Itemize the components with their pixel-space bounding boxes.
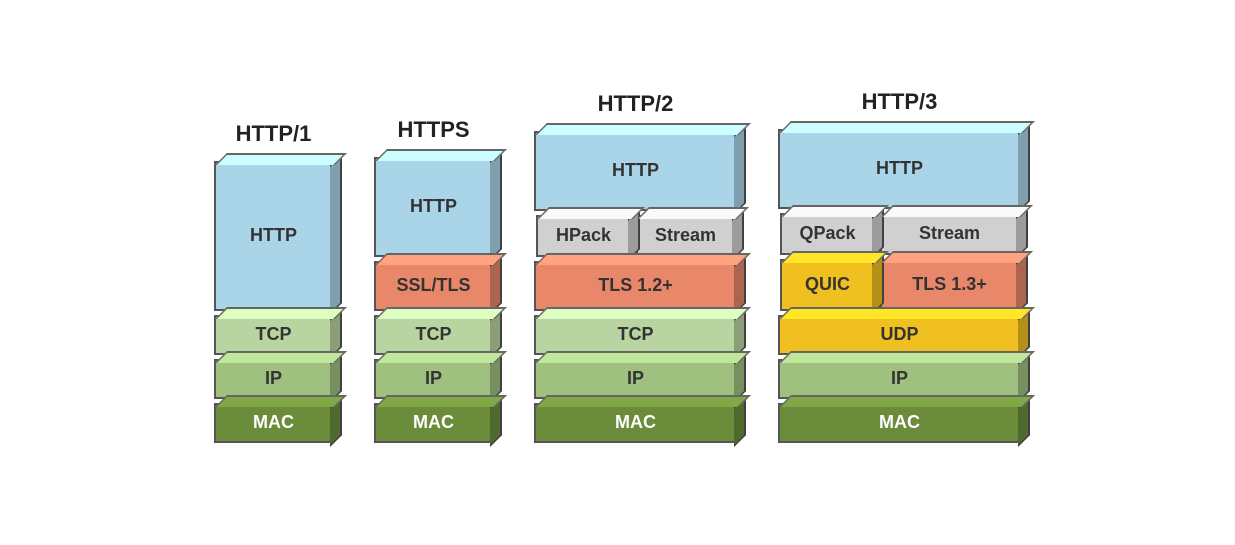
http2-ip-layer: IP xyxy=(534,359,738,399)
stack-https: HTTPS HTTP SSL/TLS TCP IP MAC xyxy=(374,117,494,447)
https-mac-layer: MAC xyxy=(374,403,494,443)
https-http-layer: HTTP xyxy=(374,157,494,257)
http1-mac-layer: MAC xyxy=(214,403,334,443)
http1-http-layer: HTTP xyxy=(214,161,334,311)
stack-http3-title: HTTP/3 xyxy=(862,89,938,115)
http2-http-layer: HTTP xyxy=(534,131,738,211)
http3-quic-layer: QUIC xyxy=(780,259,876,311)
stack-http2-title: HTTP/2 xyxy=(598,91,674,117)
http2-hpack-stream-row: HPack Stream xyxy=(536,215,736,257)
stack-http2: HTTP/2 HTTP HPack Stream TLS 1.2+ TCP IP… xyxy=(534,91,738,447)
http1-tcp-layer: TCP xyxy=(214,315,334,355)
http3-quic-tls-row: QUIC TLS 1.3+ xyxy=(780,259,1020,311)
http2-stream-layer: Stream xyxy=(636,215,736,257)
https-ip-layer: IP xyxy=(374,359,494,399)
stack-http1: HTTP/1 HTTP TCP IP MAC xyxy=(214,121,334,447)
stack-http3: HTTP/3 HTTP QPack Stream QUIC TLS 1.3+ U… xyxy=(778,89,1022,447)
http1-ip-layer: IP xyxy=(214,359,334,399)
stack-http1-title: HTTP/1 xyxy=(236,121,312,147)
http3-ip-layer: IP xyxy=(778,359,1022,399)
http3-qpack-stream-row: QPack Stream xyxy=(780,213,1020,255)
http3-tls-layer: TLS 1.3+ xyxy=(880,259,1020,311)
stack-http3-layers: HTTP QPack Stream QUIC TLS 1.3+ UDP IP M… xyxy=(778,129,1022,447)
http2-tls-layer: TLS 1.2+ xyxy=(534,261,738,311)
http2-mac-layer: MAC xyxy=(534,403,738,443)
diagram: HTTP/1 HTTP TCP IP MAC HTTPS HTTP SSL/TL… xyxy=(174,59,1062,487)
http3-stream-layer: Stream xyxy=(880,213,1020,255)
http3-udp-layer: UDP xyxy=(778,315,1022,355)
stack-https-layers: HTTP SSL/TLS TCP IP MAC xyxy=(374,157,494,447)
http3-http-layer: HTTP xyxy=(778,129,1022,209)
stack-http1-layers: HTTP TCP IP MAC xyxy=(214,161,334,447)
stack-http2-layers: HTTP HPack Stream TLS 1.2+ TCP IP MAC xyxy=(534,131,738,447)
http2-tcp-layer: TCP xyxy=(534,315,738,355)
https-tcp-layer: TCP xyxy=(374,315,494,355)
https-ssl-layer: SSL/TLS xyxy=(374,261,494,311)
http3-qpack-layer: QPack xyxy=(780,213,876,255)
http2-hpack-layer: HPack xyxy=(536,215,632,257)
http3-mac-layer: MAC xyxy=(778,403,1022,443)
stack-https-title: HTTPS xyxy=(397,117,469,143)
